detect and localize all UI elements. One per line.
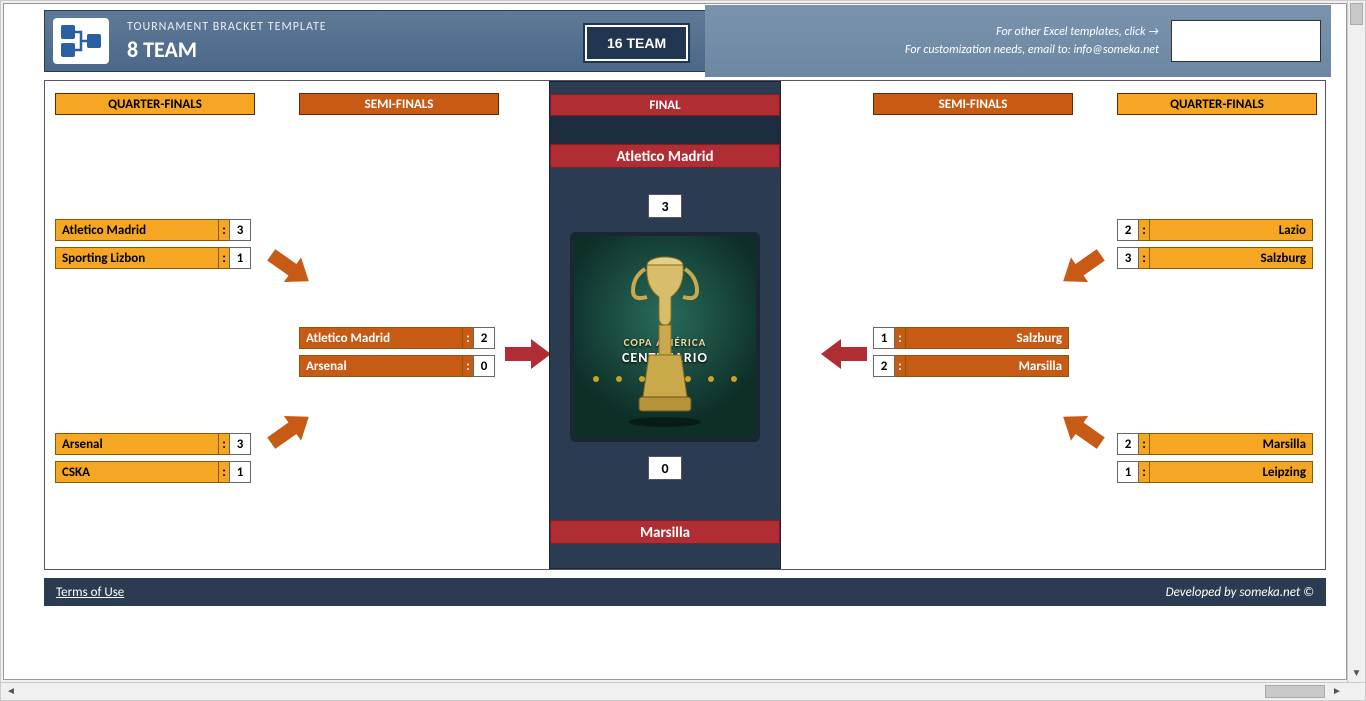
sixteen-team-button[interactable]: 16 TEAM [585,25,688,61]
final-score-bottom[interactable]: 0 [648,456,682,480]
footer-bar: Terms of Use Developed by someka.net © [44,578,1326,606]
finalist-top[interactable]: Atletico Madrid [550,144,780,168]
vertical-scrollbar[interactable]: ▲ ▼ [1347,1,1365,682]
header-email-text: For customization needs, email to: info@… [905,41,1159,59]
scroll-down-icon[interactable]: ▼ [1348,666,1365,682]
team-row[interactable]: 2 : Marsilla [873,355,1069,377]
scroll-left-icon[interactable]: ◄ [3,683,19,700]
finalist-bottom[interactable]: Marsilla [550,520,780,544]
arrow-left-icon [1053,403,1110,457]
scroll-right-icon[interactable]: ► [1329,683,1345,700]
header-link-text[interactable]: For other Excel templates, click → [905,23,1159,41]
bracket-logo-icon [53,18,109,64]
col-head-final: FINAL [550,94,780,116]
team-row[interactable]: Atletico Madrid : 3 [55,219,251,241]
arrow-left-icon [1053,241,1110,295]
arrow-right-icon [261,241,318,295]
col-head-qf-right: QUARTER-FINALS [1117,93,1317,115]
scrollbar-thumb[interactable] [1265,685,1325,698]
team-row[interactable]: Arsenal : 0 [299,355,495,377]
arrow-left-icon [821,337,867,371]
scrollbar-thumb[interactable] [1350,3,1363,25]
header-subtitle: TOURNAMENT BRACKET TEMPLATE [127,20,327,34]
arrow-right-icon [261,403,318,457]
team-row[interactable]: 1 : Leipzing [1117,461,1313,483]
col-head-sf-right: SEMI-FINALS [873,93,1073,115]
team-row[interactable]: Arsenal : 3 [55,433,251,455]
header-title: 8 TEAM [127,36,327,63]
final-panel: FINAL Atletico Madrid 3 COPA AMÉRICA CEN… [549,81,781,569]
team-row[interactable]: 2 : Lazio [1117,219,1313,241]
terms-of-use-link[interactable]: Terms of Use [56,585,124,600]
final-score-top[interactable]: 3 [648,194,682,218]
qf-right-match2: 2 : Marsilla 1 : Leipzing [1117,433,1313,489]
someka-logo[interactable]: someka Excel Solutions [1171,20,1321,62]
team-row[interactable]: Sporting Lizbon : 1 [55,247,251,269]
team-row[interactable]: 2 : Marsilla [1117,433,1313,455]
sf-right-match: 1 : Salzburg 2 : Marsilla [873,327,1069,383]
trophy-image: COPA AMÉRICA CENTENARIO [570,232,760,442]
col-head-sf-left: SEMI-FINALS [299,93,499,115]
header-bar: TOURNAMENT BRACKET TEMPLATE 8 TEAM 16 TE… [44,10,1326,72]
qf-left-match1: Atletico Madrid : 3 Sporting Lizbon : 1 [55,219,251,275]
col-head-qf-left: QUARTER-FINALS [55,93,255,115]
header-right-section: For other Excel templates, click → For c… [705,5,1331,77]
arrow-right-icon [505,337,551,371]
bracket-area: QUARTER-FINALS SEMI-FINALS SEMI-FINALS Q… [44,80,1326,570]
qf-left-match2: Arsenal : 3 CSKA : 1 [55,433,251,489]
team-row[interactable]: 1 : Salzburg [873,327,1069,349]
horizontal-scrollbar[interactable]: ◄ ► [1,682,1365,700]
sf-left-match: Atletico Madrid : 2 Arsenal : 0 [299,327,495,383]
team-row[interactable]: Atletico Madrid : 2 [299,327,495,349]
qf-right-match1: 2 : Lazio 3 : Salzburg [1117,219,1313,275]
team-row[interactable]: 3 : Salzburg [1117,247,1313,269]
team-row[interactable]: CSKA : 1 [55,461,251,483]
developed-by-text: Developed by someka.net © [1166,585,1314,600]
